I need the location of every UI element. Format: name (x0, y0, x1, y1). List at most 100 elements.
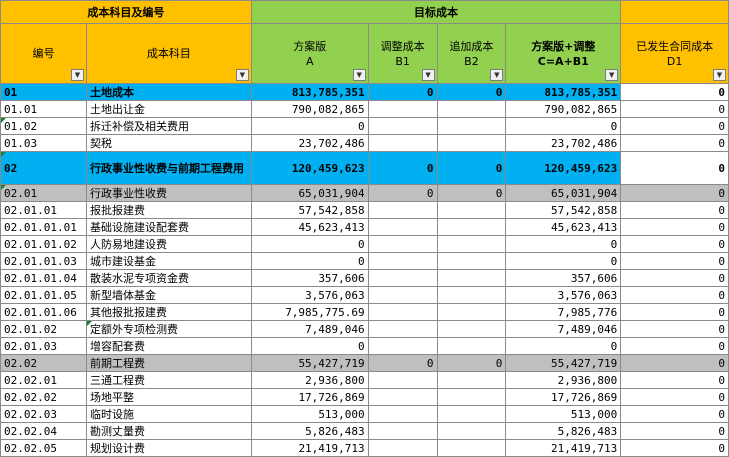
cell-name[interactable]: 场地平整 (85, 388, 252, 406)
cell-a[interactable]: 17,726,869 (250, 388, 369, 406)
cell-name[interactable]: 三通工程费 (85, 371, 252, 389)
cell-code[interactable]: 02.01.01.03 (0, 252, 87, 270)
cell-d1[interactable]: 0 (620, 354, 729, 372)
cell-c[interactable]: 45,623,413 (505, 218, 622, 236)
cell-name[interactable]: 拆迁补偿及相关费用 (85, 117, 252, 135)
cell-code[interactable]: 02.01.01 (0, 201, 87, 219)
cell-b2[interactable] (436, 388, 507, 406)
cell-code[interactable]: 02.01.01.05 (0, 286, 87, 304)
cell-code[interactable]: 02.01.02 (0, 320, 87, 338)
cell-b2[interactable] (436, 320, 507, 338)
cell-d1[interactable]: 0 (620, 151, 729, 185)
cell-c[interactable]: 65,031,904 (505, 184, 622, 202)
cell-c[interactable]: 3,576,063 (505, 286, 622, 304)
cell-code[interactable]: 01 (0, 83, 87, 101)
cell-a[interactable]: 0 (250, 337, 369, 355)
cell-c[interactable]: 21,419,713 (505, 439, 622, 457)
cell-a[interactable]: 7,489,046 (250, 320, 369, 338)
cell-b2[interactable]: 0 (436, 354, 507, 372)
cell-name[interactable]: 增容配套费 (85, 337, 252, 355)
cell-code[interactable]: 02.02.01 (0, 371, 87, 389)
cell-code[interactable]: 02.01.01.02 (0, 235, 87, 253)
cell-name[interactable]: 基础设施建设配套费 (85, 218, 252, 236)
cell-code[interactable]: 02.02.03 (0, 405, 87, 423)
cell-code[interactable]: 02.01.01.04 (0, 269, 87, 287)
cell-d1[interactable]: 0 (620, 286, 729, 304)
cell-d1[interactable]: 0 (620, 218, 729, 236)
filter-dropdown-icon[interactable]: ▼ (70, 69, 84, 81)
cell-c[interactable]: 7,985,776 (505, 303, 622, 321)
cell-code[interactable]: 02.01 (0, 184, 87, 202)
cell-code[interactable]: 01.03 (0, 134, 87, 152)
cell-b1[interactable]: 0 (367, 151, 438, 185)
cell-d1[interactable]: 0 (620, 100, 729, 118)
cell-d1[interactable]: 0 (620, 117, 729, 135)
cell-code[interactable]: 02.01.01.01 (0, 218, 87, 236)
cell-b1[interactable] (367, 303, 438, 321)
cell-name[interactable]: 土地出让金 (85, 100, 252, 118)
cell-code[interactable]: 01.01 (0, 100, 87, 118)
cell-a[interactable]: 7,985,775.69 (250, 303, 369, 321)
cell-b1[interactable] (367, 405, 438, 423)
cell-b2[interactable] (436, 235, 507, 253)
cell-d1[interactable]: 0 (620, 320, 729, 338)
cell-name[interactable]: 土地成本 (85, 83, 252, 101)
cell-code[interactable]: 02.02.02 (0, 388, 87, 406)
cell-d1[interactable]: 0 (620, 405, 729, 423)
cell-b2[interactable] (436, 371, 507, 389)
cell-c[interactable]: 57,542,858 (505, 201, 622, 219)
cell-c[interactable]: 357,606 (505, 269, 622, 287)
cell-a[interactable]: 0 (250, 117, 369, 135)
cell-b1[interactable]: 0 (367, 83, 438, 101)
cell-b2[interactable] (436, 286, 507, 304)
cell-b1[interactable] (367, 201, 438, 219)
cell-code[interactable]: 02.02 (0, 354, 87, 372)
cell-a[interactable]: 790,082,865 (250, 100, 369, 118)
cell-d1[interactable]: 0 (620, 83, 729, 101)
cell-b2[interactable] (436, 337, 507, 355)
cell-c[interactable]: 0 (505, 117, 622, 135)
cell-code[interactable]: 02.01.01.06 (0, 303, 87, 321)
cell-d1[interactable]: 0 (620, 303, 729, 321)
cell-c[interactable]: 2,936,800 (505, 371, 622, 389)
cell-c[interactable]: 120,459,623 (505, 151, 622, 185)
cell-code[interactable]: 01.02 (0, 117, 87, 135)
cell-name[interactable]: 行政事业性收费 (85, 184, 252, 202)
cell-name[interactable]: 规划设计费 (85, 439, 252, 457)
cell-a[interactable]: 3,576,063 (250, 286, 369, 304)
cell-c[interactable]: 813,785,351 (505, 83, 622, 101)
cell-a[interactable]: 120,459,623 (250, 151, 369, 185)
filter-dropdown-icon[interactable]: ▼ (490, 69, 504, 81)
cell-d1[interactable]: 0 (620, 201, 729, 219)
cell-d1[interactable]: 0 (620, 337, 729, 355)
cell-name[interactable]: 报批报建费 (85, 201, 252, 219)
cell-code[interactable]: 02 (0, 151, 87, 185)
cell-c[interactable]: 513,000 (505, 405, 622, 423)
cell-name[interactable]: 新型墙体基金 (85, 286, 252, 304)
cell-b2[interactable] (436, 405, 507, 423)
cell-b1[interactable] (367, 100, 438, 118)
cell-b1[interactable] (367, 286, 438, 304)
cell-b2[interactable] (436, 201, 507, 219)
cell-d1[interactable]: 0 (620, 371, 729, 389)
cell-a[interactable]: 0 (250, 252, 369, 270)
cell-code[interactable]: 02.01.03 (0, 337, 87, 355)
cell-a[interactable]: 55,427,719 (250, 354, 369, 372)
cell-d1[interactable]: 0 (620, 184, 729, 202)
cell-c[interactable]: 55,427,719 (505, 354, 622, 372)
cell-name[interactable]: 契税 (85, 134, 252, 152)
cell-c[interactable]: 17,726,869 (505, 388, 622, 406)
cell-a[interactable]: 2,936,800 (250, 371, 369, 389)
cell-b2[interactable] (436, 117, 507, 135)
cell-b2[interactable]: 0 (436, 83, 507, 101)
cell-b1[interactable] (367, 371, 438, 389)
cell-name[interactable]: 人防易地建设费 (85, 235, 252, 253)
cell-b2[interactable] (436, 269, 507, 287)
cell-name[interactable]: 前期工程费 (85, 354, 252, 372)
cell-b1[interactable] (367, 134, 438, 152)
filter-dropdown-icon[interactable]: ▼ (605, 69, 619, 81)
cell-b2[interactable]: 0 (436, 184, 507, 202)
cell-b1[interactable] (367, 388, 438, 406)
cell-b2[interactable] (436, 218, 507, 236)
cell-b2[interactable]: 0 (436, 151, 507, 185)
